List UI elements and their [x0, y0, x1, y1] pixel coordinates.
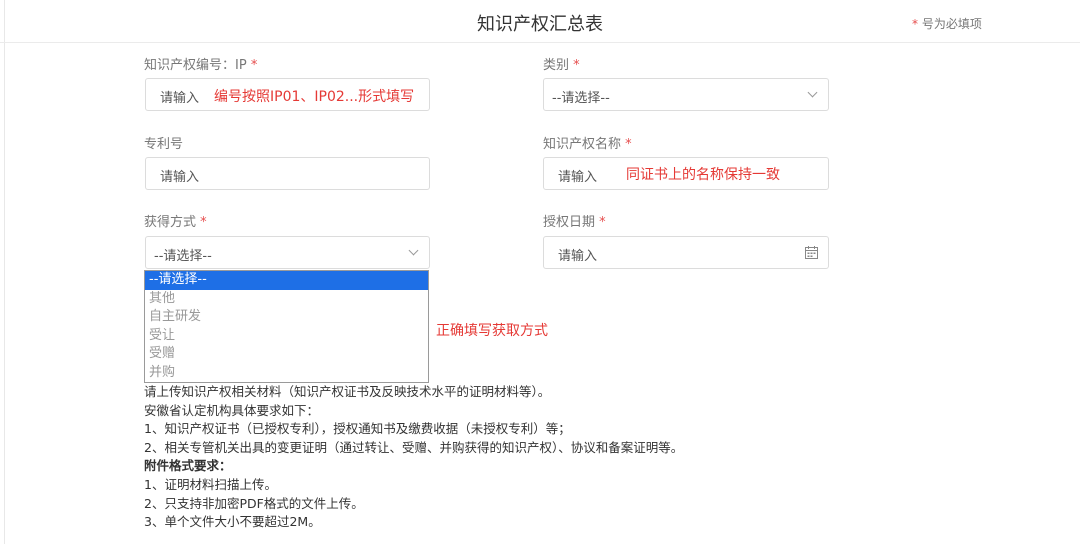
acquisition-select[interactable]: --请选择--: [145, 236, 430, 269]
frame-border: [4, 0, 5, 544]
patent-number-input[interactable]: 请输入: [145, 157, 430, 190]
category-select[interactable]: --请选择--: [543, 78, 829, 111]
patent-number-label: 专利号: [144, 137, 184, 152]
ip-name-placeholder: 请输入: [558, 170, 598, 185]
acquisition-option[interactable]: 自主研发: [145, 308, 428, 327]
acquisition-value: --请选择--: [154, 249, 212, 264]
format-line: 2、只支持非加密PDF格式的文件上传。: [144, 495, 364, 511]
note-line: 2、相关专管机关出具的变更证明（通过转让、受赠、并购获得的知识产权）、协议和备案…: [144, 439, 684, 455]
format-line: 1、证明材料扫描上传。: [144, 476, 277, 492]
ip-number-placeholder: 请输入: [160, 91, 200, 106]
acquisition-label: 获得方式 *: [144, 215, 207, 230]
ip-name-label: 知识产权名称 *: [543, 137, 632, 152]
format-heading: 附件格式要求：: [144, 458, 232, 474]
category-value: --请选择--: [552, 91, 610, 106]
acquisition-option[interactable]: 其他: [145, 290, 428, 309]
acquisition-option[interactable]: 受赠: [145, 345, 428, 364]
ip-number-annotation: 编号按照IP01、IP02...形式填写: [214, 89, 415, 105]
calendar-icon[interactable]: [805, 246, 818, 259]
required-note-text: 号为必填项: [918, 17, 982, 31]
patent-number-placeholder: 请输入: [160, 170, 200, 185]
grant-date-input[interactable]: 请输入: [543, 236, 829, 269]
chevron-down-icon: [408, 245, 419, 256]
note-line: 1、知识产权证书（已授权专利），授权通知书及缴费收据（未授权专利）等；: [144, 421, 571, 437]
note-line: 安徽省认定机构具体要求如下：: [144, 402, 320, 418]
upload-notes: 请上传知识产权相关材料（知识产权证书及反映技术水平的证明材料等）。 安徽省认定机…: [144, 383, 1044, 532]
note-line: 请上传知识产权相关材料（知识产权证书及反映技术水平的证明材料等）。: [144, 384, 551, 399]
acquisition-dropdown-list: --请选择-- 其他 自主研发 受让 受赠 并购: [144, 270, 429, 383]
ip-number-label: 知识产权编号：IP *: [144, 58, 258, 73]
ip-name-annotation: 同证书上的名称保持一致: [626, 167, 780, 183]
chevron-down-icon: [807, 87, 818, 98]
acquisition-option[interactable]: 并购: [145, 364, 428, 383]
acquisition-option[interactable]: --请选择--: [145, 271, 428, 290]
acquisition-option[interactable]: 受让: [145, 327, 428, 346]
format-line: 3、单个文件大小不要超过2M。: [144, 514, 321, 530]
grant-date-placeholder: 请输入: [558, 249, 598, 264]
grant-date-label: 授权日期 *: [543, 215, 606, 230]
category-label: 类别 *: [543, 58, 580, 73]
acquisition-annotation: 正确填写获取方式: [436, 323, 548, 339]
required-note: * 号为必填项: [912, 15, 982, 32]
page-header: 知识产权汇总表 * 号为必填项: [0, 0, 1080, 43]
